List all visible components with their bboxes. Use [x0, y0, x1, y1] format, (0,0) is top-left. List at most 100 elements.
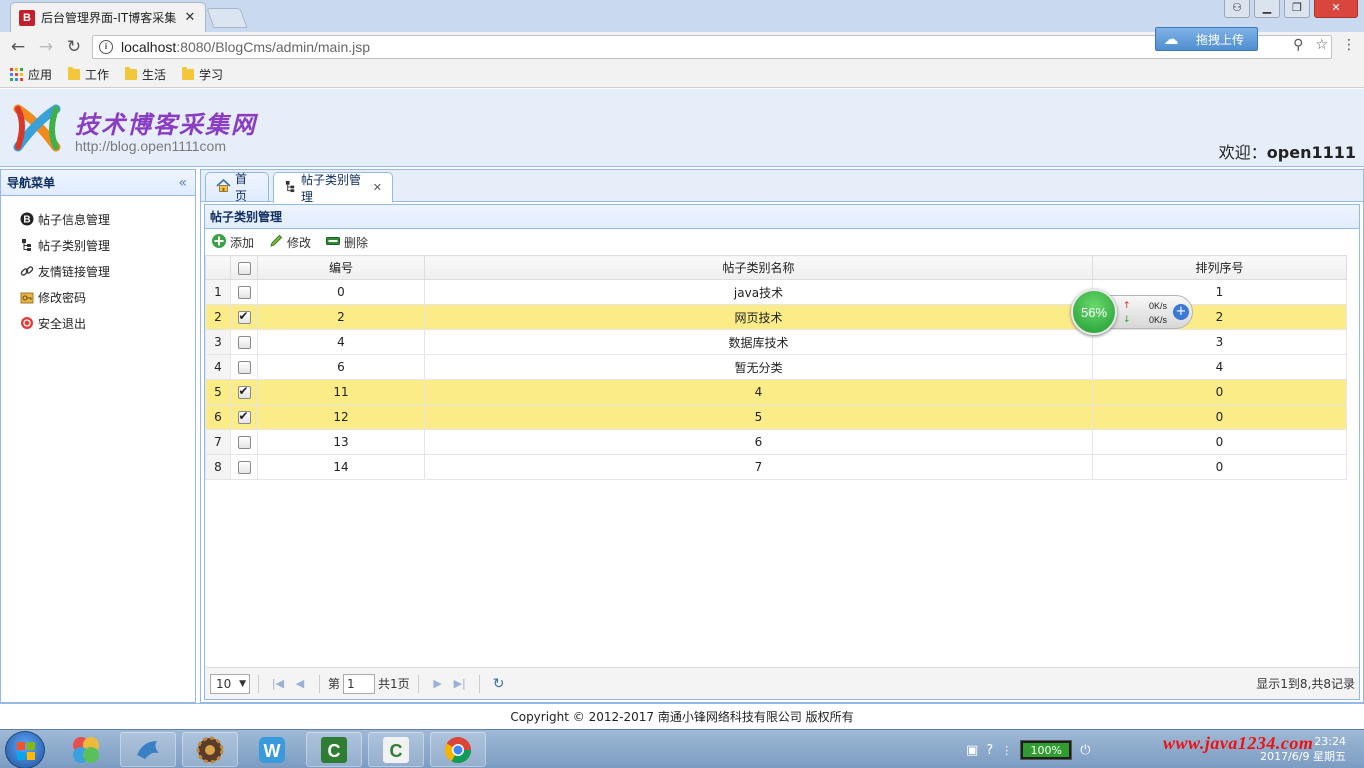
- refresh-icon[interactable]: ↻: [488, 676, 510, 692]
- row-number: 4: [205, 354, 231, 380]
- page-size-select[interactable]: 10 ▼: [210, 673, 250, 694]
- cloud-icon: ☁: [1163, 30, 1179, 48]
- tab-close-icon[interactable]: ✕: [373, 181, 382, 194]
- new-tab-button[interactable]: [206, 8, 248, 28]
- row-checkbox[interactable]: [237, 361, 251, 374]
- pager-separator: [417, 674, 419, 693]
- column-header-order[interactable]: 排列序号: [1092, 255, 1347, 280]
- camtasia-recorder-icon: C: [383, 736, 409, 763]
- nav-item-logout[interactable]: 安全退出: [1, 310, 195, 336]
- address-bar[interactable]: i localhost:8080/BlogCms/admin/main.jsp: [92, 35, 1332, 59]
- browser-menu-icon[interactable]: ⋮: [1342, 37, 1356, 53]
- table-row[interactable]: 4 6 暂无分类 4: [205, 354, 1347, 380]
- collapse-icon[interactable]: «: [178, 175, 187, 191]
- content-tabs: 首页 帖子类别管理 ✕: [201, 170, 1363, 204]
- row-select-cell: [230, 304, 258, 330]
- taskbar-app-colorful[interactable]: [58, 732, 114, 767]
- forward-arrow-icon[interactable]: →: [32, 37, 60, 57]
- table-row[interactable]: 6 1250: [205, 404, 1347, 430]
- restore-button[interactable]: ❐: [1284, 0, 1310, 18]
- close-window-button[interactable]: ✕: [1314, 0, 1358, 18]
- back-arrow-icon[interactable]: ←: [4, 37, 32, 57]
- site-url: http://blog.open1111com: [75, 138, 226, 154]
- cell-id: 12: [257, 404, 425, 430]
- row-checkbox[interactable]: [237, 409, 251, 424]
- cell-id: 13: [257, 429, 425, 455]
- page-number-input[interactable]: 1: [343, 673, 376, 694]
- help-icon[interactable]: ?: [986, 743, 993, 758]
- cell-category-name: 暂无分类: [424, 354, 1093, 380]
- row-select-cell: [230, 404, 258, 430]
- nav-item-post-info[interactable]: B 帖子信息管理: [1, 206, 195, 232]
- first-page-icon[interactable]: |◀: [267, 677, 289, 690]
- nav-item-label: 安全退出: [38, 316, 87, 331]
- power-plug-icon[interactable]: ⏻: [1080, 743, 1090, 758]
- table-row[interactable]: 5 1140: [205, 379, 1347, 405]
- tab-post-category[interactable]: 帖子类别管理 ✕: [273, 172, 393, 204]
- start-button[interactable]: [5, 731, 45, 768]
- bookmark-folder-work[interactable]: 工作: [68, 66, 109, 83]
- window-user-icon[interactable]: ⚇: [1224, 0, 1250, 18]
- tray-small-icon[interactable]: ⋮: [1001, 744, 1012, 757]
- url-text[interactable]: localhost:8080/BlogCms/admin/main.jsp: [121, 39, 370, 55]
- plus-icon[interactable]: +: [1173, 304, 1189, 320]
- row-checkbox[interactable]: [237, 286, 251, 299]
- network-monitor-widget[interactable]: 56% ↑ ↓ 0K/s 0K/s +: [1071, 289, 1195, 335]
- add-button[interactable]: 添加: [211, 233, 254, 252]
- tab-close-icon[interactable]: ✕: [183, 10, 197, 25]
- cell-category-name: java技术: [424, 279, 1093, 305]
- pin-icon[interactable]: ⚲: [1293, 37, 1303, 53]
- tray-app-icon[interactable]: ▣: [966, 743, 978, 758]
- taskbar-app-eclipse[interactable]: [182, 732, 238, 767]
- table-row[interactable]: 7 13 6 0: [205, 429, 1347, 455]
- taskbar-app-wps[interactable]: W: [244, 732, 300, 767]
- cell-category-name: 5: [424, 404, 1093, 430]
- bookmark-apps[interactable]: 应用: [10, 66, 52, 83]
- site-info-icon[interactable]: i: [99, 40, 113, 54]
- bookmark-star-icon[interactable]: ☆: [1315, 37, 1328, 53]
- nav-item-post-category[interactable]: 帖子类别管理: [1, 232, 195, 258]
- column-header-id[interactable]: 编号: [257, 255, 425, 280]
- row-number: 6: [205, 404, 231, 430]
- bookmark-label: 学习: [199, 68, 224, 82]
- bookmark-folder-study[interactable]: 学习: [182, 66, 223, 83]
- minimize-button[interactable]: ▁: [1254, 0, 1280, 18]
- table-row[interactable]: 8 14 7 0: [205, 454, 1347, 480]
- windows-taskbar: W C C ▣ ? ⋮ 100% ⏻ 23:24 2017/6/9 星期五: [0, 729, 1364, 768]
- nav-panel: 导航菜单 « B 帖子信息管理 帖子类别管理 友情链接管理 修改密码 安全退出: [0, 169, 196, 703]
- prev-page-icon[interactable]: ◀: [289, 677, 311, 690]
- select-all-checkbox[interactable]: [237, 261, 251, 275]
- battery-indicator[interactable]: 100%: [1020, 740, 1073, 760]
- row-checkbox[interactable]: [237, 309, 251, 324]
- edit-button[interactable]: 修改: [268, 233, 311, 252]
- memory-usage-ball: 56%: [1071, 289, 1117, 335]
- next-page-icon[interactable]: ▶: [427, 677, 449, 690]
- column-header-name[interactable]: 帖子类别名称: [424, 255, 1093, 280]
- row-checkbox[interactable]: [237, 436, 251, 449]
- browser-tab[interactable]: B 后台管理界面-IT博客采集 ✕: [10, 2, 206, 32]
- row-checkbox[interactable]: [237, 336, 251, 349]
- site-title: 技术博客采集网: [75, 110, 257, 139]
- taskbar-app-mysql[interactable]: [120, 732, 176, 767]
- nav-panel-header: 导航菜单 «: [1, 170, 195, 196]
- row-number: 2: [205, 304, 231, 330]
- taskbar-app-camtasia[interactable]: C: [306, 732, 362, 767]
- window-controls: ⚇ ▁ ❐ ✕: [1224, 0, 1358, 18]
- row-number: 3: [205, 329, 231, 355]
- drag-upload-extension-button[interactable]: ☁ 拖拽上传: [1155, 27, 1258, 51]
- bookmark-folder-life[interactable]: 生活: [125, 66, 166, 83]
- last-page-icon[interactable]: ▶|: [449, 677, 471, 690]
- app-bubbles-icon: [73, 736, 99, 763]
- cell-category-name: 数据库技术: [424, 329, 1093, 355]
- tab-home[interactable]: 首页: [205, 172, 269, 203]
- row-checkbox[interactable]: [237, 384, 251, 399]
- row-number: 8: [205, 454, 231, 480]
- rownum-header: [205, 255, 231, 280]
- reload-icon[interactable]: ↻: [60, 37, 88, 57]
- nav-item-friend-link[interactable]: 友情链接管理: [1, 258, 195, 284]
- taskbar-app-camtasia-recorder[interactable]: C: [368, 732, 424, 767]
- delete-button[interactable]: 删除: [325, 233, 368, 252]
- taskbar-app-chrome[interactable]: [430, 732, 486, 767]
- row-checkbox[interactable]: [237, 461, 251, 474]
- nav-item-change-password[interactable]: 修改密码: [1, 284, 195, 310]
